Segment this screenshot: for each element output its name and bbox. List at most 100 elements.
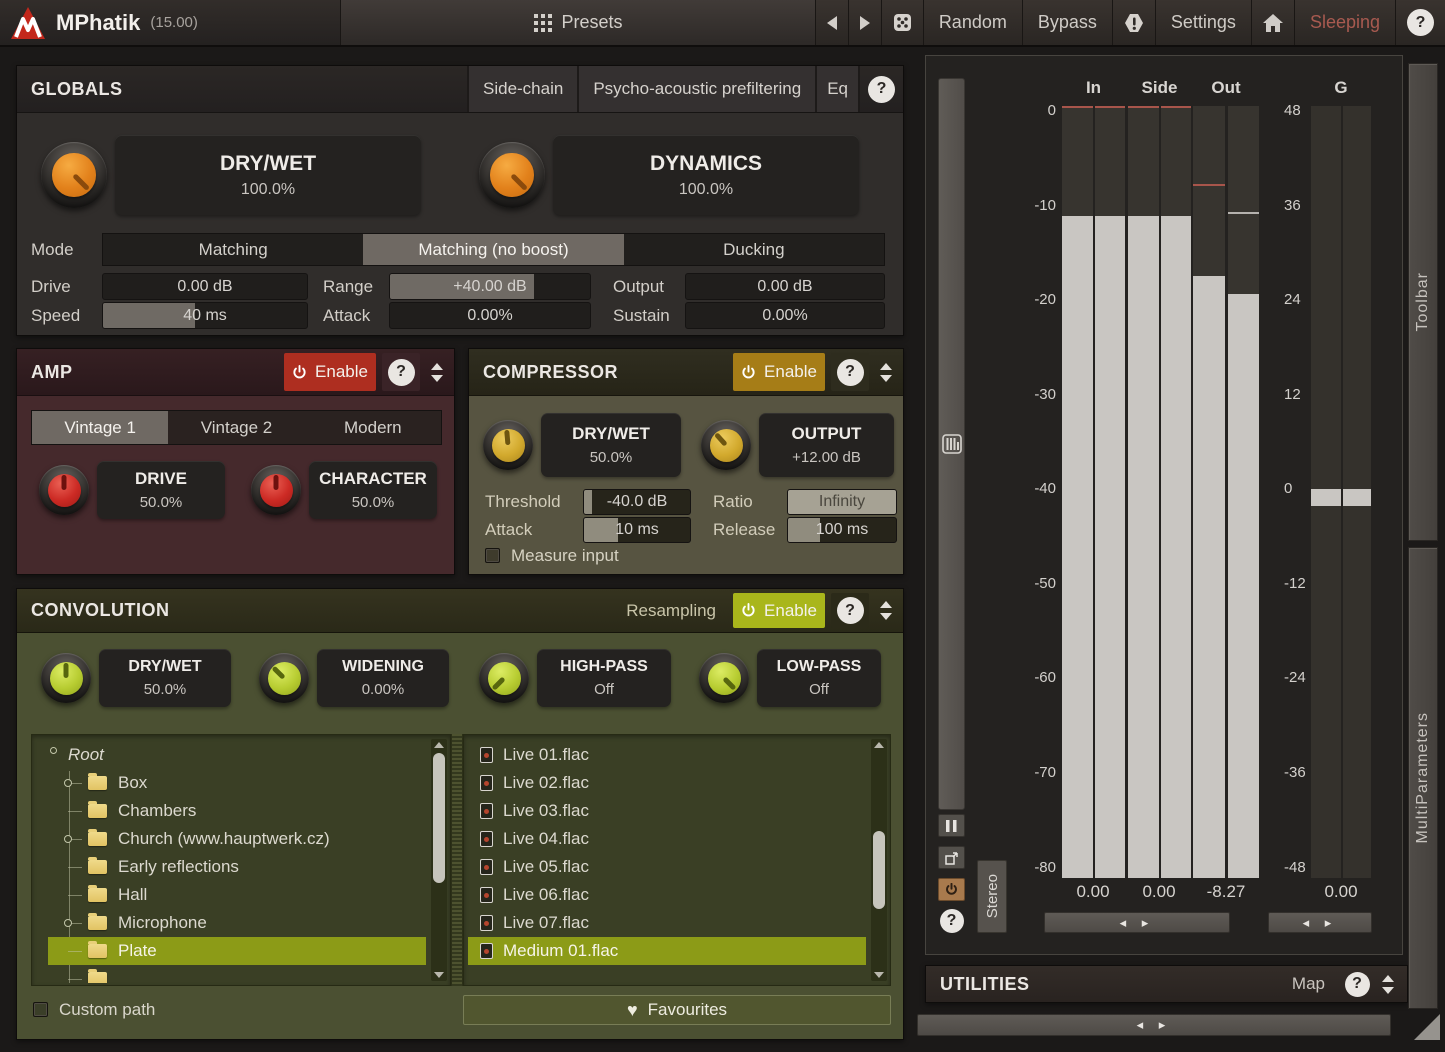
conv-highpass-display[interactable]: HIGH-PASS Off [537, 649, 671, 707]
randomize-button[interactable] [881, 0, 924, 45]
expand-node-icon[interactable] [64, 919, 72, 927]
dynamics-display[interactable]: DYNAMICS 100.0% [553, 135, 859, 215]
file-item[interactable]: Live 01.flac [468, 741, 866, 769]
amp-character-knob[interactable] [251, 465, 301, 515]
comp-output-knob[interactable] [701, 420, 751, 470]
tree-root-row[interactable]: Root [48, 741, 426, 769]
conv-widening-display[interactable]: WIDENING 0.00% [317, 649, 449, 707]
meter-pause-button[interactable] [938, 814, 965, 837]
utilities-scrollbar[interactable]: ◂ ▸ [917, 1014, 1391, 1036]
tree-item[interactable]: Church (www.hauptwerk.cz) [48, 825, 426, 853]
tree-item[interactable]: Hall [48, 881, 426, 909]
conv-lowpass-display[interactable]: LOW-PASS Off [757, 649, 881, 707]
limiter-warning-button[interactable] [1112, 0, 1156, 45]
expand-node-icon[interactable] [64, 779, 72, 787]
drywet-knob[interactable] [41, 142, 107, 208]
tree-scrollbar[interactable] [431, 739, 447, 981]
speed-value[interactable]: 40 ms [102, 302, 308, 329]
conv-widening-knob[interactable] [259, 653, 309, 703]
tree-item-selected[interactable]: Plate [48, 937, 426, 965]
mode-matching-no-boost[interactable]: Matching (no boost) [363, 234, 624, 265]
file-item[interactable]: Live 04.flac [468, 825, 866, 853]
comp-output-display[interactable]: OUTPUT +12.00 dB [759, 413, 894, 477]
file-item-selected[interactable]: Medium 01.flac [468, 937, 866, 965]
scrollbar-thumb[interactable] [873, 831, 885, 909]
compressor-help-button[interactable]: ? [831, 353, 869, 391]
meter-help-button[interactable]: ? [938, 908, 965, 933]
drive-value[interactable]: 0.00 dB [102, 273, 308, 300]
file-item[interactable]: Live 06.flac [468, 881, 866, 909]
tab-modern[interactable]: Modern [305, 411, 441, 444]
threshold-value[interactable]: -40.0 dB [583, 489, 691, 515]
scroll-up-icon[interactable] [434, 742, 444, 748]
tree-item[interactable]: Early reflections [48, 853, 426, 881]
eq-button[interactable]: Eq [815, 66, 858, 112]
presets-button[interactable]: Presets [341, 0, 816, 45]
conv-drywet-display[interactable]: DRY/WET 50.0% [99, 649, 231, 707]
favourites-button[interactable]: ♥ Favourites [463, 995, 891, 1025]
tree-item[interactable]: Chambers [48, 797, 426, 825]
convolution-preset-stepper[interactable] [873, 593, 899, 628]
resampling-button[interactable]: Resampling [612, 589, 730, 632]
attack-value[interactable]: 0.00% [389, 302, 591, 329]
utilities-help-button[interactable]: ? [1341, 968, 1373, 1000]
sleeping-button[interactable]: Sleeping [1294, 0, 1396, 45]
ratio-value[interactable]: Infinity [787, 489, 897, 515]
amp-character-display[interactable]: CHARACTER 50.0% [309, 461, 437, 519]
meter-range-slider[interactable]: ◂ ▸ [1044, 912, 1230, 933]
meter-power-button[interactable] [938, 878, 965, 901]
map-button[interactable]: Map [1278, 966, 1339, 1002]
conv-lowpass-knob[interactable] [699, 653, 749, 703]
file-item[interactable]: Live 05.flac [468, 853, 866, 881]
meter-popup-button[interactable] [938, 846, 965, 869]
custom-path-checkbox[interactable] [33, 1002, 48, 1017]
range-value[interactable]: +40.00 dB [389, 273, 591, 300]
amp-drive-display[interactable]: DRIVE 50.0% [97, 461, 225, 519]
file-item[interactable]: Live 02.flac [468, 769, 866, 797]
convolution-help-button[interactable]: ? [831, 593, 869, 628]
amp-preset-stepper[interactable] [424, 353, 450, 391]
file-item[interactable]: Live 03.flac [468, 797, 866, 825]
release-value[interactable]: 100 ms [787, 517, 897, 543]
scroll-down-icon[interactable] [874, 972, 884, 978]
file-scrollbar[interactable] [871, 739, 887, 981]
tree-item-partial[interactable] [48, 965, 426, 983]
gain-range-slider[interactable]: ◂ ▸ [1268, 912, 1372, 933]
comp-drywet-display[interactable]: DRY/WET 50.0% [541, 413, 681, 477]
resize-handle[interactable] [1414, 1014, 1440, 1040]
conv-highpass-knob[interactable] [479, 653, 529, 703]
scroll-down-icon[interactable] [434, 972, 444, 978]
prefiltering-button[interactable]: Psycho-acoustic prefiltering [577, 66, 816, 112]
compressor-enable-button[interactable]: Enable [733, 353, 825, 391]
meter-settings-button[interactable] [940, 432, 964, 456]
dynamics-knob[interactable] [479, 142, 545, 208]
globals-help-button[interactable]: ? [858, 66, 903, 112]
tab-vintage-1[interactable]: Vintage 1 [32, 411, 169, 444]
mode-ducking[interactable]: Ducking [624, 234, 884, 265]
convolution-enable-button[interactable]: Enable [733, 593, 825, 628]
tab-multiparameters[interactable]: MultiParameters [1408, 547, 1438, 1009]
amp-drive-knob[interactable] [39, 465, 89, 515]
home-button[interactable] [1251, 0, 1295, 45]
utilities-preset-stepper[interactable] [1375, 968, 1401, 1000]
scroll-up-icon[interactable] [874, 742, 884, 748]
list-split-handle[interactable] [451, 734, 463, 986]
comp-drywet-knob[interactable] [483, 420, 533, 470]
amp-help-button[interactable]: ? [382, 353, 420, 391]
amp-enable-button[interactable]: Enable [284, 353, 376, 391]
help-button[interactable]: ? [1396, 0, 1445, 45]
settings-button[interactable]: Settings [1155, 0, 1252, 45]
drywet-display[interactable]: DRY/WET 100.0% [115, 135, 421, 215]
measure-input-checkbox[interactable] [485, 548, 500, 563]
conv-drywet-knob[interactable] [41, 653, 91, 703]
scrollbar-thumb[interactable] [433, 753, 445, 883]
previous-preset-button[interactable] [815, 0, 849, 45]
sustain-value[interactable]: 0.00% [685, 302, 885, 329]
sidechain-button[interactable]: Side-chain [467, 66, 578, 112]
tab-toolbar[interactable]: Toolbar [1408, 63, 1438, 541]
bypass-button[interactable]: Bypass [1022, 0, 1113, 45]
comp-attack-value[interactable]: 10 ms [583, 517, 691, 543]
tab-vintage-2[interactable]: Vintage 2 [168, 411, 304, 444]
tree-item[interactable]: Microphone [48, 909, 426, 937]
next-preset-button[interactable] [848, 0, 882, 45]
